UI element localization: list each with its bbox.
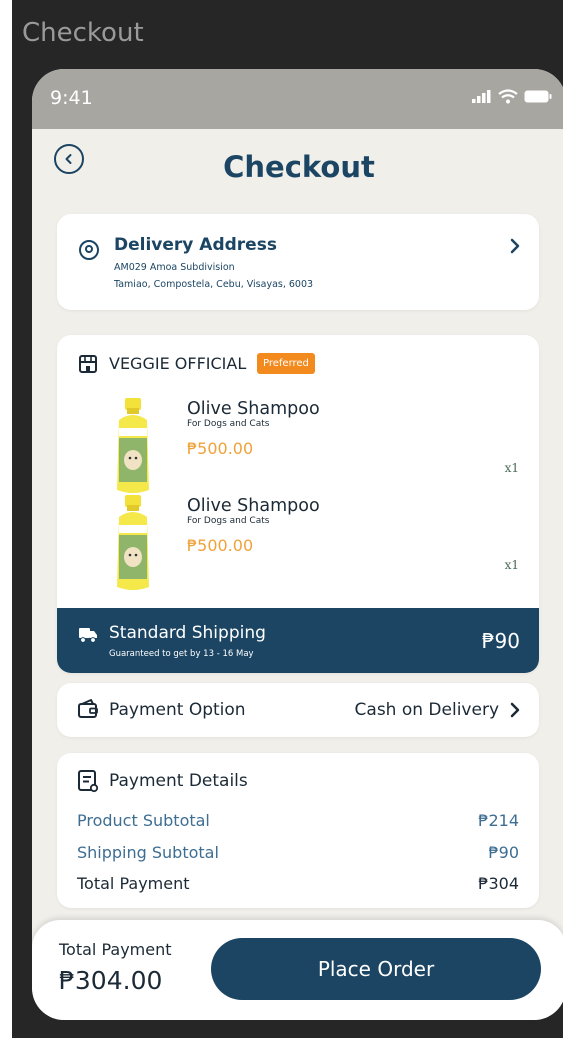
payment-details-title: Payment Details	[109, 771, 248, 791]
place-order-button[interactable]: Place Order	[211, 938, 541, 1000]
address-line-1: AM029 Amoa Subdivision	[114, 262, 235, 273]
row-value: ₱90	[488, 843, 519, 862]
delivery-address-card[interactable]: Delivery Address AM029 Amoa Subdivision …	[57, 214, 539, 310]
row-label: Shipping Subtotal	[77, 843, 219, 862]
row-label: Total Payment	[77, 874, 190, 893]
figma-frame: Checkout 9:41 Checkout Delivery Address …	[12, 0, 563, 1038]
battery-icon	[524, 90, 552, 103]
row-value: ₱214	[478, 811, 519, 830]
wallet-icon	[78, 699, 98, 718]
chevron-right-icon	[510, 238, 520, 254]
product-name: Olive Shampoo	[187, 399, 320, 419]
payment-option-label: Payment Option	[109, 700, 246, 720]
status-bar: 9:41	[32, 69, 563, 129]
payment-option-card[interactable]: Payment Option Cash on Delivery	[57, 683, 539, 737]
signal-icon	[472, 90, 491, 103]
shipping-option[interactable]: Standard Shipping Guaranteed to get by 1…	[57, 608, 539, 673]
receipt-icon	[78, 770, 99, 793]
order-item[interactable]: Olive Shampoo For Dogs and Cats ₱500.00 …	[57, 492, 539, 602]
product-image	[113, 398, 153, 496]
product-quantity: x1	[504, 558, 519, 572]
footer-total-label: Total Payment	[59, 940, 172, 959]
preferred-badge: Preferred	[257, 353, 315, 374]
row-label: Product Subtotal	[77, 811, 210, 830]
order-item[interactable]: Olive Shampoo For Dogs and Cats ₱500.00 …	[57, 395, 539, 505]
product-quantity: x1	[504, 461, 519, 475]
product-name: Olive Shampoo	[187, 496, 320, 516]
shipping-price: ₱90	[481, 629, 520, 653]
phone-screen: 9:41 Checkout Delivery Address AM029 Amo…	[32, 69, 563, 1020]
shipping-title: Standard Shipping	[109, 623, 266, 643]
row-value: ₱304	[478, 874, 519, 893]
address-line-2: Tamiao, Compostela, Cebu, Visayas, 6003	[114, 279, 314, 290]
status-icons	[472, 89, 552, 104]
checkout-footer: Total Payment ₱304.00 Place Order	[32, 920, 563, 1020]
page-title: Checkout	[223, 150, 375, 184]
frame-title: Checkout	[22, 18, 144, 48]
shipping-eta: Guaranteed to get by 13 - 16 May	[109, 649, 254, 659]
status-time: 9:41	[50, 87, 93, 109]
product-price: ₱500.00	[187, 439, 254, 458]
payment-details-card: Payment Details Product Subtotal ₱214 Sh…	[57, 753, 539, 908]
product-subtitle: For Dogs and Cats	[187, 516, 270, 526]
product-price: ₱500.00	[187, 536, 254, 555]
footer-total-amount: ₱304.00	[59, 966, 163, 995]
shop-order-card: VEGGIE OFFICIAL Preferred Olive Shampoo …	[57, 335, 539, 673]
truck-icon	[79, 628, 97, 643]
store-icon	[79, 355, 97, 373]
payment-option-value: Cash on Delivery	[354, 700, 499, 720]
wifi-icon	[498, 89, 518, 104]
product-subtitle: For Dogs and Cats	[187, 419, 270, 429]
chevron-right-icon	[510, 702, 520, 718]
location-pin-icon	[79, 240, 99, 260]
shop-name: VEGGIE OFFICIAL	[109, 354, 247, 373]
delivery-address-title: Delivery Address	[114, 235, 277, 255]
product-image	[113, 495, 153, 593]
